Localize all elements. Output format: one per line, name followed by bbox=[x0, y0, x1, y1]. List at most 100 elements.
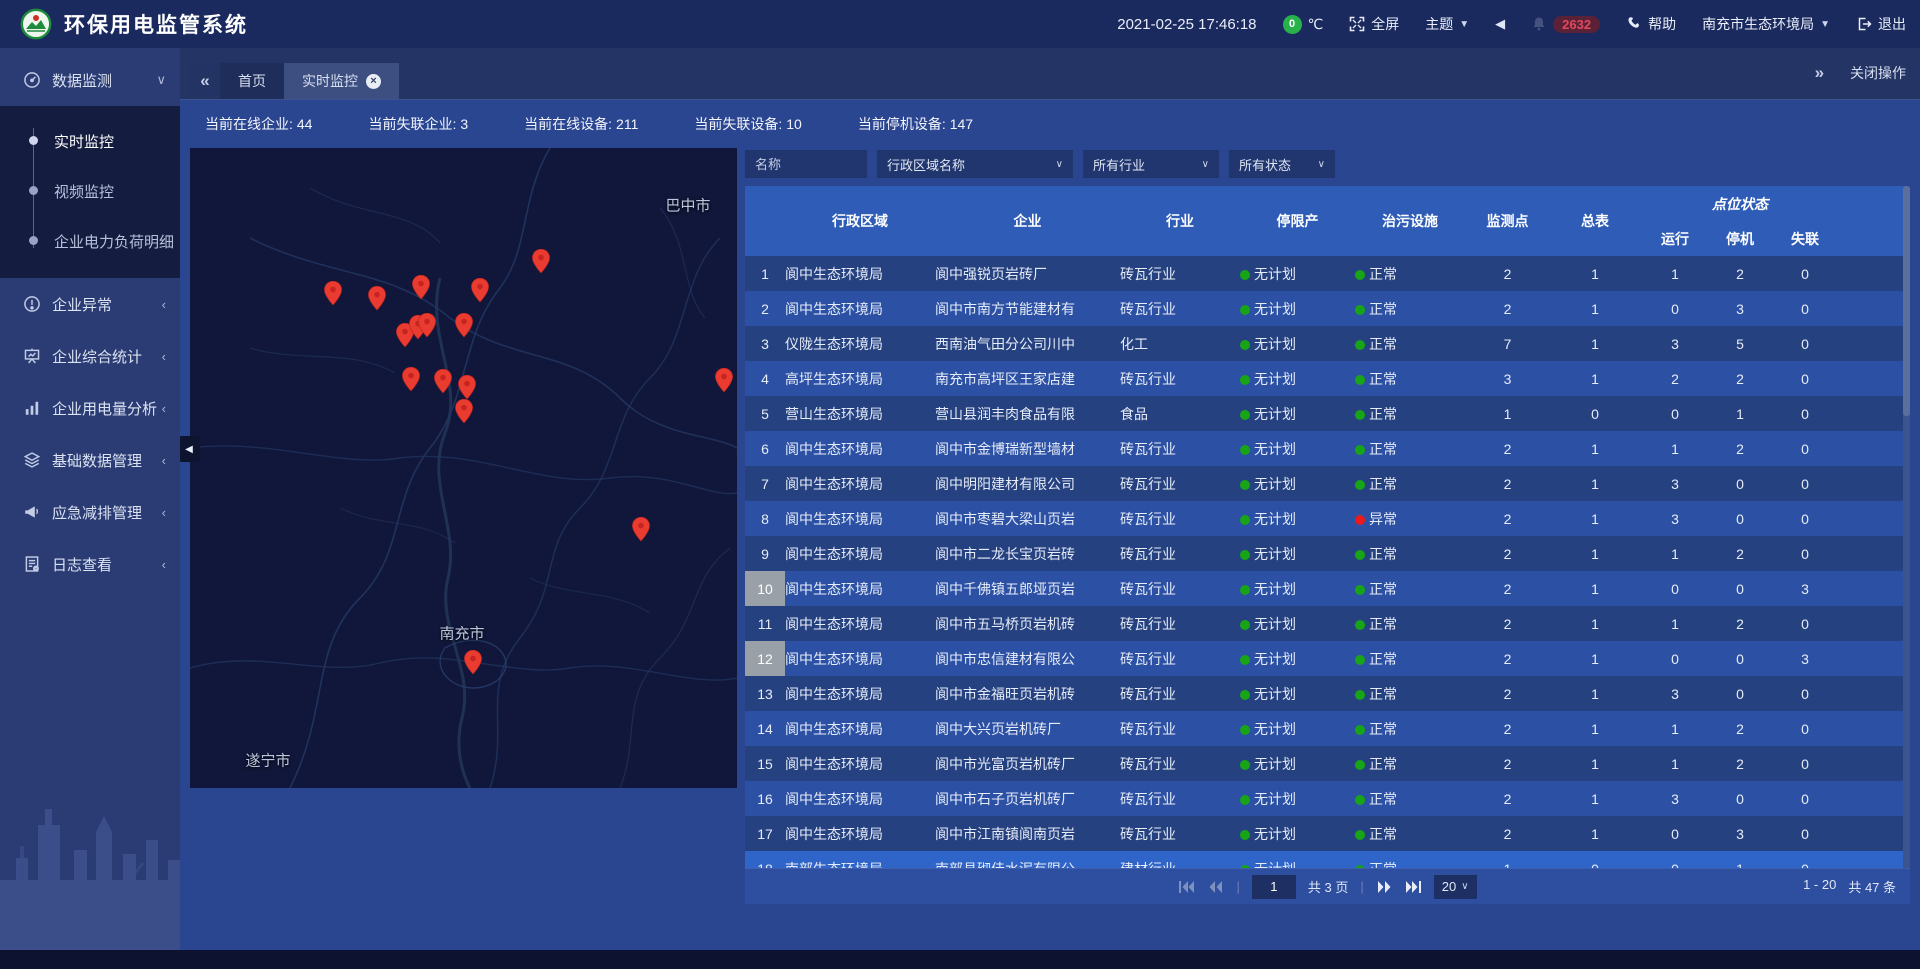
map-pin[interactable] bbox=[532, 249, 550, 274]
map-pin[interactable] bbox=[715, 368, 733, 393]
cell-index: 12 bbox=[745, 641, 785, 676]
table-row[interactable]: 7阆中生态环境局阆中明阳建材有限公司砖瓦行业无计划正常21300 bbox=[745, 466, 1910, 501]
cell-monitor-points: 2 bbox=[1465, 291, 1550, 326]
table-row[interactable]: 18南部生态环境局南部县砌佳水泥有限公建材行业无计划正常10010 bbox=[745, 851, 1910, 868]
tabs-scroll-left-button[interactable]: « bbox=[190, 63, 220, 99]
theme-dropdown[interactable]: 主题 ▼ bbox=[1425, 14, 1469, 34]
sidebar-subitem[interactable]: 企业电力负荷明细 bbox=[0, 216, 180, 266]
map-pin[interactable] bbox=[455, 313, 473, 338]
map-pin[interactable] bbox=[455, 399, 473, 424]
cell-region: 阆中生态环境局 bbox=[785, 571, 935, 606]
table-row[interactable]: 14阆中生态环境局阆中大兴页岩机砖厂砖瓦行业无计划正常21120 bbox=[745, 711, 1910, 746]
org-dropdown[interactable]: 南充市生态环境局 ▼ bbox=[1702, 14, 1830, 34]
map-pin[interactable] bbox=[368, 286, 386, 311]
notifications[interactable]: 2632 bbox=[1531, 16, 1600, 33]
cell-halted: 1 bbox=[1710, 396, 1770, 431]
table-row[interactable]: 4高坪生态环境局南充市高坪区王家店建砖瓦行业无计划正常31220 bbox=[745, 361, 1910, 396]
map-pin[interactable] bbox=[402, 367, 420, 392]
sidebar-subitem[interactable]: 视频监控 bbox=[0, 166, 180, 216]
map-pin[interactable] bbox=[434, 369, 452, 394]
tab-实时监控[interactable]: 实时监控× bbox=[284, 63, 399, 99]
status-dot-icon bbox=[1355, 690, 1365, 700]
table-row[interactable]: 16阆中生态环境局阆中市石子页岩机砖厂砖瓦行业无计划正常21300 bbox=[745, 781, 1910, 816]
map-pin[interactable] bbox=[632, 517, 650, 542]
map-pin[interactable] bbox=[324, 281, 342, 306]
table-row[interactable]: 12阆中生态环境局阆中市忠信建材有限公砖瓦行业无计划正常21003 bbox=[745, 641, 1910, 676]
map-collapse-handle[interactable]: ◀ bbox=[180, 436, 200, 462]
double-chevron-right-icon[interactable]: » bbox=[1815, 63, 1824, 83]
help-button[interactable]: 帮助 bbox=[1626, 14, 1676, 34]
cell-running: 0 bbox=[1640, 571, 1710, 606]
cell-running: 1 bbox=[1640, 256, 1710, 291]
cell-meter-total: 1 bbox=[1550, 466, 1640, 501]
table-row[interactable]: 5营山生态环境局营山县润丰肉食品有限食品无计划正常10010 bbox=[745, 396, 1910, 431]
region-filter-select[interactable]: 行政区域名称 ∨ bbox=[877, 150, 1073, 178]
cell-facility-status: 正常 bbox=[1355, 536, 1465, 571]
map-pin[interactable] bbox=[418, 313, 436, 338]
cell-stop-plan: 无计划 bbox=[1240, 816, 1355, 851]
bullet-dot-icon bbox=[29, 236, 38, 245]
double-chevron-left-icon: « bbox=[200, 71, 209, 91]
cell-company: 阆中大兴页岩机砖厂 bbox=[935, 711, 1120, 746]
sidebar-subitem-label: 企业电力负荷明细 bbox=[54, 231, 174, 252]
cell-running: 0 bbox=[1640, 291, 1710, 326]
table-row[interactable]: 2阆中生态环境局阆中市南方节能建材有砖瓦行业无计划正常21030 bbox=[745, 291, 1910, 326]
close-operations-button[interactable]: 关闭操作 bbox=[1850, 63, 1906, 83]
page-size-select[interactable]: 20 ∨ bbox=[1434, 875, 1477, 899]
cell-offline: 0 bbox=[1770, 326, 1840, 361]
speaker-icon: ◀ bbox=[1495, 16, 1505, 32]
cell-offline: 0 bbox=[1770, 291, 1840, 326]
sidebar-item[interactable]: 企业综合统计‹ bbox=[0, 330, 180, 382]
chevron-left-icon: ‹ bbox=[162, 349, 166, 364]
last-page-button[interactable] bbox=[1405, 880, 1422, 894]
table-row[interactable]: 13阆中生态环境局阆中市金福旺页岩机砖砖瓦行业无计划正常21300 bbox=[745, 676, 1910, 711]
cell-meter-total: 0 bbox=[1550, 851, 1640, 868]
logout-button[interactable]: 退出 bbox=[1856, 14, 1906, 34]
map-pin[interactable] bbox=[471, 278, 489, 303]
map-pin[interactable] bbox=[464, 650, 482, 675]
map-panel[interactable]: 巴中市南充市遂宁市 ◀ bbox=[190, 148, 737, 788]
table-row[interactable]: 9阆中生态环境局阆中市二龙长宝页岩砖砖瓦行业无计划正常21120 bbox=[745, 536, 1910, 571]
map-pin[interactable] bbox=[458, 375, 476, 400]
fullscreen-button[interactable]: 全屏 bbox=[1349, 14, 1399, 34]
content-area: 当前在线企业:44当前失联企业:3当前在线设备:211当前失联设备:10当前停机… bbox=[180, 100, 1920, 950]
table-row[interactable]: 15阆中生态环境局阆中市光富页岩机砖厂砖瓦行业无计划正常21120 bbox=[745, 746, 1910, 781]
table-row[interactable]: 17阆中生态环境局阆中市江南镇阆南页岩砖瓦行业无计划正常21030 bbox=[745, 816, 1910, 851]
sidebar-item[interactable]: 企业用电量分析‹ bbox=[0, 382, 180, 434]
sidebar-item[interactable]: 基础数据管理‹ bbox=[0, 434, 180, 486]
close-icon[interactable]: × bbox=[366, 74, 381, 89]
status-label: 当前在线设备: bbox=[524, 116, 612, 132]
table-row[interactable]: 10阆中生态环境局阆中千佛镇五郎垭页岩砖瓦行业无计划正常21003 bbox=[745, 571, 1910, 606]
table-scrollbar[interactable] bbox=[1903, 186, 1910, 868]
mute-button[interactable]: ◀ bbox=[1495, 16, 1505, 32]
status-dot-icon bbox=[1355, 655, 1365, 665]
cell-index: 3 bbox=[745, 326, 785, 361]
sidebar-subitem[interactable]: 实时监控 bbox=[0, 116, 180, 166]
table-row[interactable]: 1阆中生态环境局阆中强锐页岩砖厂砖瓦行业无计划正常21120 bbox=[745, 256, 1910, 291]
sidebar-item[interactable]: 日志查看‹ bbox=[0, 538, 180, 590]
sidebar-item[interactable]: 应急减排管理‹ bbox=[0, 486, 180, 538]
previous-page-button[interactable] bbox=[1207, 880, 1224, 894]
cell-halted: 2 bbox=[1710, 361, 1770, 396]
industry-filter-select[interactable]: 所有行业 ∨ bbox=[1083, 150, 1219, 178]
column-header: 监测点 bbox=[1465, 186, 1550, 256]
page-number-input[interactable] bbox=[1252, 875, 1296, 899]
name-filter-input[interactable] bbox=[745, 150, 867, 178]
status-filter-select[interactable]: 所有状态 ∨ bbox=[1229, 150, 1335, 178]
table-row[interactable]: 8阆中生态环境局阆中市枣碧大梁山页岩砖瓦行业无计划异常21300 bbox=[745, 501, 1910, 536]
tab-首页[interactable]: 首页 bbox=[220, 63, 284, 99]
map-pin[interactable] bbox=[412, 275, 430, 300]
cell-offline: 3 bbox=[1770, 641, 1840, 676]
table-row[interactable]: 6阆中生态环境局阆中市金博瑞新型墙材砖瓦行业无计划正常21120 bbox=[745, 431, 1910, 466]
cell-region: 阆中生态环境局 bbox=[785, 431, 935, 466]
next-page-button[interactable] bbox=[1376, 880, 1393, 894]
sidebar-item[interactable]: 数据监测∨ bbox=[0, 54, 180, 106]
table-row[interactable]: 11阆中生态环境局阆中市五马桥页岩机砖砖瓦行业无计划正常21120 bbox=[745, 606, 1910, 641]
cell-offline: 0 bbox=[1770, 466, 1840, 501]
table-row[interactable]: 3仪陇生态环境局西南油气田分公司川中化工无计划正常71350 bbox=[745, 326, 1910, 361]
log-file-icon bbox=[22, 554, 42, 574]
cell-meter-total: 1 bbox=[1550, 291, 1640, 326]
first-page-button[interactable] bbox=[1178, 880, 1195, 894]
bullet-dot-icon bbox=[29, 136, 38, 145]
sidebar-item[interactable]: 企业异常‹ bbox=[0, 278, 180, 330]
